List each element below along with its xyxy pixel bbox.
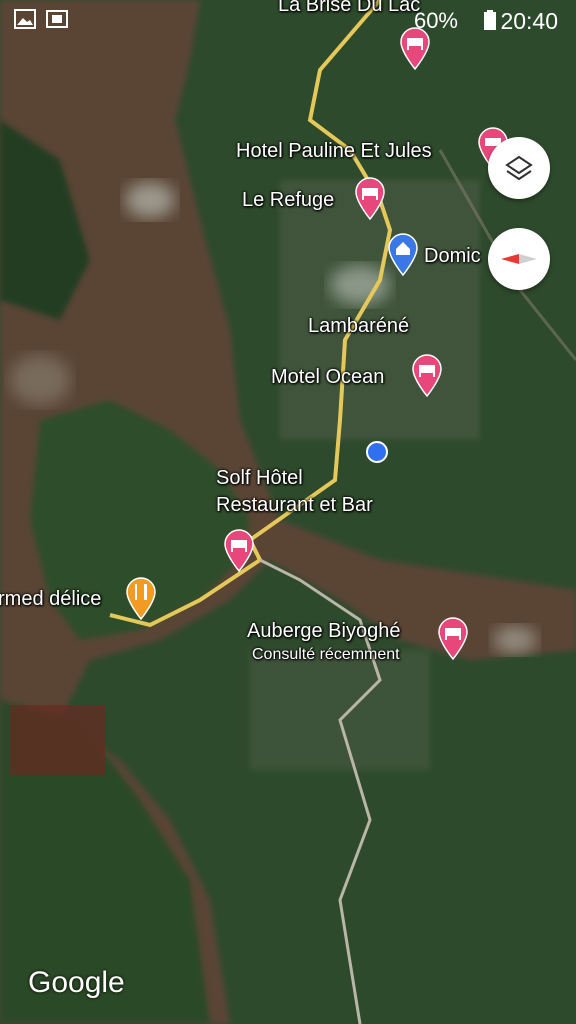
hotel-pin-icon[interactable] <box>398 26 432 70</box>
current-location-dot <box>366 441 388 463</box>
poi-auberge-biyoghe[interactable]: Auberge Biyoghé Consulté récemment <box>247 620 400 664</box>
hotel-pin-icon[interactable] <box>436 616 470 660</box>
restaurant-pin-icon[interactable] <box>124 576 158 620</box>
poi-hotel-pauline-et-jules[interactable]: Hotel Pauline Et Jules <box>236 140 432 163</box>
poi-label: Auberge Biyoghé <box>247 620 401 642</box>
notification-icons <box>14 9 68 29</box>
poi-label: Solf Hôtel <box>216 467 303 489</box>
google-attribution: Google <box>28 966 125 999</box>
poi-le-refuge[interactable]: Le Refuge <box>242 189 334 212</box>
poi-label: Motel Ocean <box>271 366 385 388</box>
image-icon <box>14 9 36 29</box>
poi-label: Le Refuge <box>242 189 335 211</box>
compass-button[interactable] <box>488 228 550 290</box>
poi-label: rmed délice <box>0 588 102 610</box>
layers-icon <box>505 155 533 181</box>
hotel-pin-icon[interactable] <box>222 528 256 572</box>
compass-icon <box>501 254 537 264</box>
layers-button[interactable] <box>488 137 550 199</box>
poi-label: Domic <box>424 245 481 267</box>
hotel-pin-icon[interactable] <box>410 353 444 397</box>
hotel-pin-icon[interactable] <box>353 176 387 220</box>
poi-label: Hotel Pauline Et Jules <box>236 140 432 162</box>
poi-la-brise-du-lac[interactable]: La Brise Du Lac <box>278 0 420 17</box>
battery-icon <box>484 10 496 30</box>
poi-label-line2: Restaurant et Bar <box>216 494 373 516</box>
cast-icon <box>46 10 68 28</box>
home-pin-icon[interactable] <box>386 232 420 276</box>
poi-home[interactable]: Domic <box>424 245 481 268</box>
poi-motel-ocean[interactable]: Motel Ocean <box>271 366 384 389</box>
city-label-lambarene: Lambaréné <box>308 315 409 338</box>
clock: 20:40 <box>500 8 558 34</box>
city-label: Lambaréné <box>308 315 410 337</box>
poi-sublabel: Consulté récemment <box>252 646 400 663</box>
poi-solf-hotel[interactable]: Solf Hôtel Restaurant et Bar <box>216 467 373 517</box>
poi-restaurant[interactable]: rmed délice <box>0 588 101 611</box>
poi-label: La Brise Du Lac <box>278 0 421 16</box>
